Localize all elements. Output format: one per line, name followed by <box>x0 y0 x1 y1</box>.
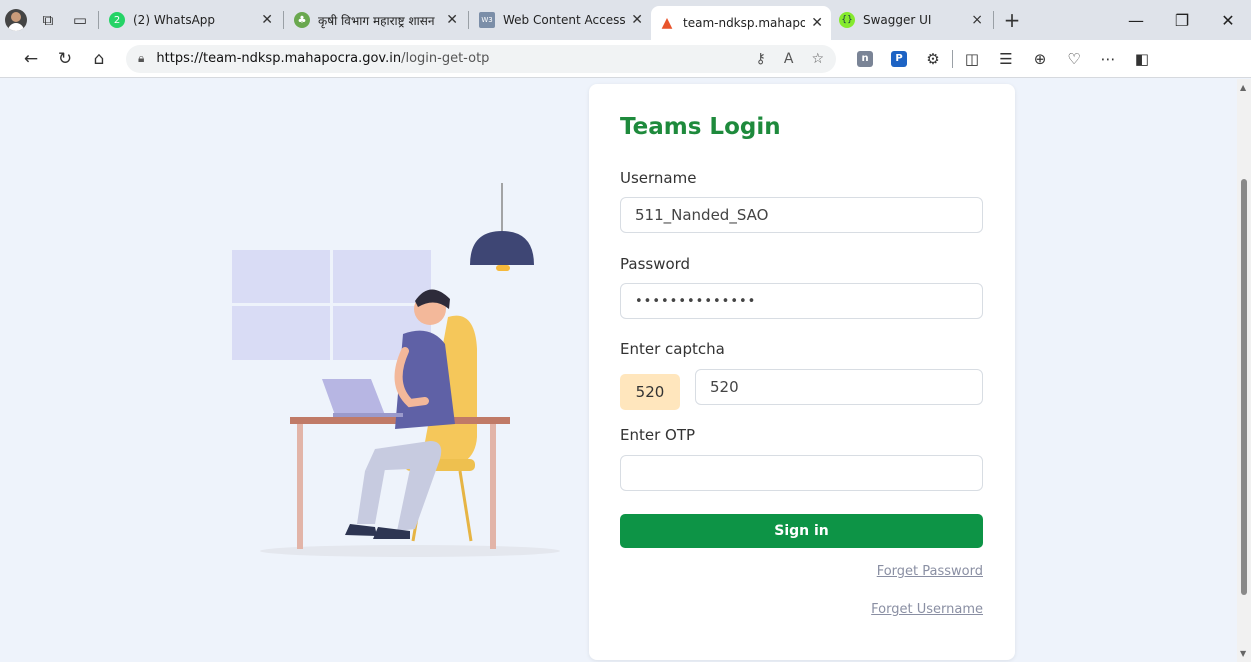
more-options-icon[interactable]: ⋯ <box>1091 42 1125 76</box>
tab-close-icon[interactable]: ✕ <box>631 12 643 28</box>
scrollbar-thumb[interactable] <box>1241 179 1247 595</box>
login-title: Teams Login <box>620 114 781 140</box>
username-input[interactable]: 511_Nanded_SAO <box>620 197 983 233</box>
tab-web-content-accessibility[interactable]: W3 Web Content Accessibil ✕ <box>471 5 651 35</box>
forget-password-link[interactable]: Forget Password <box>877 564 983 579</box>
flame-icon: ▲ <box>661 15 673 31</box>
tab-title: कृषी विभाग महाराष्ट्र शासन <box>318 13 435 28</box>
password-input[interactable]: •••••••••••••• <box>620 283 983 319</box>
otp-label: Enter OTP <box>620 426 696 444</box>
scroll-up-icon[interactable]: ▲ <box>1240 83 1246 92</box>
page-content: Teams Login Username 511_Nanded_SAO Pass… <box>0 79 1237 662</box>
tab-title: Swagger UI <box>863 13 932 27</box>
tab-title: team-ndksp.mahapocra <box>683 16 806 30</box>
ceiling-lamp <box>470 183 534 271</box>
tab-title: Web Content Accessibil <box>503 13 626 27</box>
profile-avatar[interactable] <box>0 0 32 40</box>
close-window-icon[interactable]: ✕ <box>1205 0 1251 40</box>
leaf-emblem-icon: ♣ <box>294 12 310 28</box>
tab-close-icon[interactable]: ✕ <box>811 15 823 31</box>
url-host: https://team-ndksp.mahapocra.gov.in <box>156 51 402 66</box>
tab-swagger-ui[interactable]: {} Swagger UI × <box>831 5 991 35</box>
swagger-icon: {} <box>839 12 855 28</box>
address-bar[interactable]: 🔒︎ https://team-ndksp.mahapocra.gov.in/l… <box>126 44 836 73</box>
workspaces-icon[interactable]: ⧉ <box>32 0 64 40</box>
key-icon[interactable]: ⚷ <box>756 51 766 67</box>
tab-team-ndksp[interactable]: ▲ team-ndksp.mahapocra ✕ <box>651 6 831 40</box>
minimize-icon[interactable]: — <box>1113 0 1159 40</box>
page-scrollbar[interactable]: ▲ ▼ <box>1237 79 1251 662</box>
login-card: Teams Login Username 511_Nanded_SAO Pass… <box>589 84 1015 660</box>
window-graphic <box>232 250 431 360</box>
login-illustration <box>232 183 560 557</box>
tab-actions-icon[interactable]: ▭ <box>64 0 96 40</box>
tab-close-icon[interactable]: × <box>971 12 983 28</box>
password-label: Password <box>620 255 691 273</box>
favorites-icon[interactable]: ☰ <box>989 42 1023 76</box>
favorite-star-icon[interactable]: ☆ <box>811 51 824 67</box>
extension-n-icon[interactable]: n <box>848 42 882 76</box>
sidebar-toggle-icon[interactable]: ◧ <box>1125 42 1159 76</box>
back-icon[interactable]: ← <box>14 42 48 76</box>
browser-essentials-icon[interactable]: ♡ <box>1057 42 1091 76</box>
tab-separator <box>993 11 994 29</box>
home-icon[interactable]: ⌂ <box>82 42 116 76</box>
tab-separator <box>283 11 284 29</box>
refresh-icon[interactable]: ↻ <box>48 42 82 76</box>
avatar-icon <box>5 9 27 31</box>
captcha-code: 520 <box>620 374 680 410</box>
scroll-down-icon[interactable]: ▼ <box>1240 649 1246 658</box>
captcha-label: Enter captcha <box>620 340 725 358</box>
restore-icon[interactable]: ❐ <box>1159 0 1205 40</box>
toolbar-separator <box>952 49 953 68</box>
captcha-input[interactable]: 520 <box>695 369 983 405</box>
extensions-puzzle-icon[interactable]: ⚙ <box>916 42 950 76</box>
tab-krishi-vibhag[interactable]: ♣ कृषी विभाग महाराष्ट्र शासन ✕ <box>286 5 466 35</box>
forget-username-link[interactable]: Forget Username <box>871 602 983 617</box>
tab-title: (2) WhatsApp <box>133 13 216 27</box>
username-label: Username <box>620 169 697 187</box>
sign-in-button[interactable]: Sign in <box>620 514 983 548</box>
collections-icon[interactable]: ⊕ <box>1023 42 1057 76</box>
tab-close-icon[interactable]: ✕ <box>261 12 273 28</box>
tab-separator <box>98 11 99 29</box>
whatsapp-icon: 2 <box>109 12 125 28</box>
tab-whatsapp[interactable]: 2 (2) WhatsApp ✕ <box>101 5 281 35</box>
wcag-icon: W3 <box>479 12 495 28</box>
url-path: /login-get-otp <box>401 51 490 66</box>
extension-blue-icon[interactable]: P <box>882 42 916 76</box>
floor-shadow <box>260 545 560 557</box>
tab-close-icon[interactable]: ✕ <box>446 12 458 28</box>
laptop <box>322 379 403 417</box>
site-info-icon[interactable]: 🔒︎ <box>138 51 144 66</box>
tab-separator <box>468 11 469 29</box>
browser-toolbar: ← ↻ ⌂ 🔒︎ https://team-ndksp.mahapocra.go… <box>0 40 1251 78</box>
new-tab-icon[interactable]: + <box>996 0 1028 40</box>
read-aloud-icon[interactable]: A <box>784 51 794 67</box>
split-screen-icon[interactable]: ◫ <box>955 42 989 76</box>
browser-tab-bar: ⧉ ▭ 2 (2) WhatsApp ✕ ♣ कृषी विभाग महाराष… <box>0 0 1251 40</box>
otp-input[interactable] <box>620 455 983 491</box>
